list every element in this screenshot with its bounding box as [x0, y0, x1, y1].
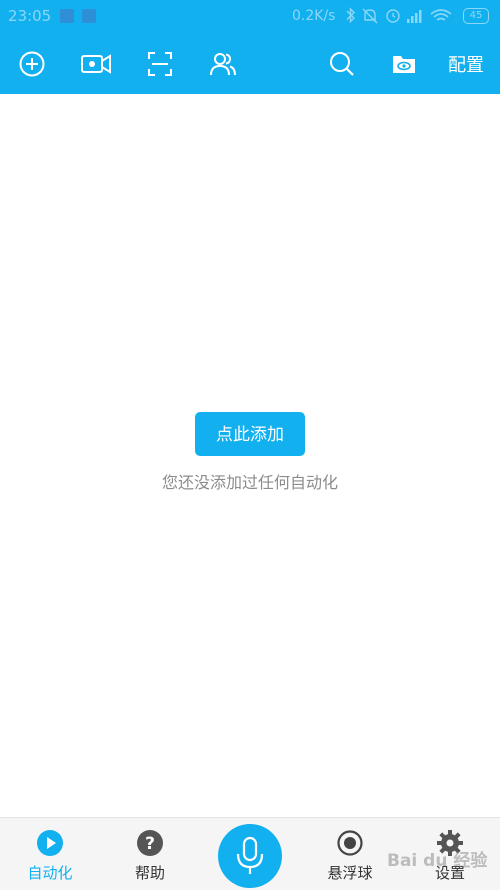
top-toolbar: 配置	[0, 32, 500, 94]
bluetooth-icon	[346, 7, 355, 24]
wifi-icon	[430, 9, 452, 21]
nav-item-automation[interactable]: 自动化	[0, 818, 100, 890]
floating-ball-icon	[337, 830, 363, 856]
search-icon[interactable]	[328, 50, 356, 78]
status-icons	[346, 7, 452, 24]
nav-item-floating-ball[interactable]: 悬浮球	[300, 818, 400, 890]
empty-state-message: 您还没添加过任何自动化	[161, 473, 338, 492]
record-video-icon[interactable]	[80, 50, 112, 78]
notification-icon	[82, 9, 96, 23]
play-circle-icon	[37, 830, 63, 856]
battery-indicator: 45	[463, 8, 489, 24]
mute-bell-icon	[362, 8, 378, 24]
voice-mic-button[interactable]	[218, 824, 282, 888]
scan-icon[interactable]	[146, 50, 174, 78]
nav-label: 自动化	[27, 864, 73, 882]
network-speed: 0.2K/s	[292, 8, 336, 24]
watermark: Bai du 经验	[387, 851, 488, 871]
status-bar: 23:05 0.2K/s 45	[0, 0, 500, 32]
config-button[interactable]: 配置	[448, 51, 484, 77]
help-circle-icon: ?	[137, 830, 163, 856]
mic-icon	[236, 836, 264, 874]
status-time: 23:05	[8, 7, 52, 25]
alarm-icon	[386, 9, 400, 23]
signal-icon	[407, 10, 422, 23]
users-icon[interactable]	[209, 50, 237, 78]
notification-icon	[60, 9, 74, 23]
nav-label: 帮助	[134, 864, 165, 882]
add-automation-button[interactable]: 点此添加	[195, 412, 305, 456]
svg-text:?: ?	[145, 834, 155, 854]
nav-item-help[interactable]: ? 帮助	[100, 818, 200, 890]
nav-label: 悬浮球	[327, 864, 373, 882]
folder-view-icon[interactable]	[390, 50, 418, 78]
add-icon[interactable]	[18, 50, 46, 78]
